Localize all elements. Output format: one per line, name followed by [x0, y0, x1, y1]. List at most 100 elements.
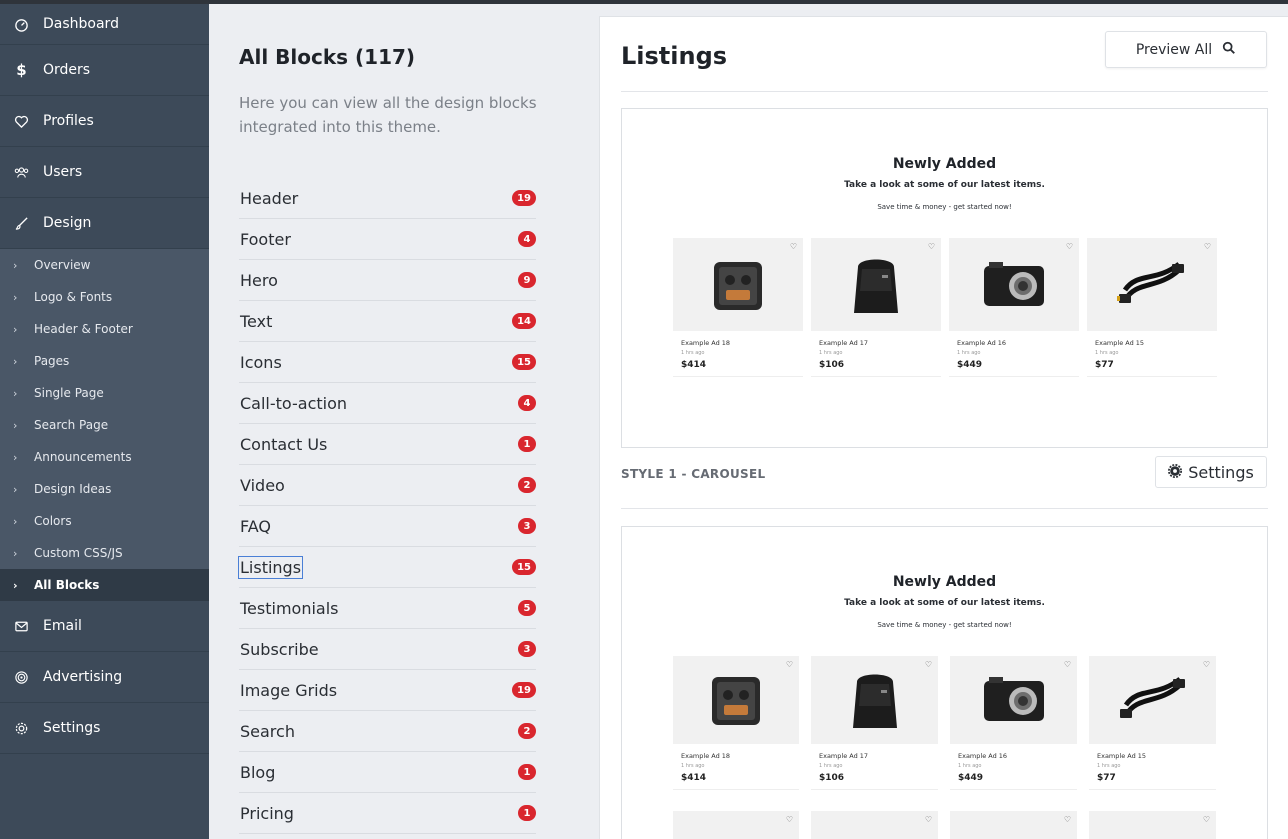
product-image: ♡	[1089, 811, 1216, 839]
camera-case-icon: ♡	[673, 656, 799, 744]
preview-tagline: Save time & money - get started now!	[877, 203, 1012, 211]
block-item-footer[interactable]: Footer 4	[239, 219, 536, 260]
heart-icon: ♡	[1063, 815, 1071, 824]
sidebar-subitem-custom-css-js[interactable]: › Custom CSS/JS	[0, 537, 209, 569]
block-item-contact-us[interactable]: Contact Us 1	[239, 424, 536, 465]
brush-icon	[0, 216, 43, 231]
count-badge: 1	[518, 764, 536, 780]
heart-icon: ♡	[785, 660, 793, 669]
hdmi-cable-icon: ♡	[1087, 238, 1217, 331]
camera-icon: ♡	[950, 656, 1077, 744]
sidebar-subitem-overview[interactable]: › Overview	[0, 249, 209, 281]
sidebar-item-email[interactable]: Email	[0, 601, 209, 652]
block-item-faq[interactable]: FAQ 3	[239, 506, 536, 547]
listing-card: ♡ Example Ad 15 1 hrs ago $77	[1087, 238, 1217, 377]
camera-bag-icon: ♡	[811, 238, 941, 331]
count-badge: 2	[518, 723, 536, 739]
page-description: Here you can view all the design blocks …	[239, 94, 537, 136]
sidebar-subitem-logo-fonts[interactable]: › Logo & Fonts	[0, 281, 209, 313]
block-item-hero[interactable]: Hero 9	[239, 260, 536, 301]
block-item-subscribe[interactable]: Subscribe 3	[239, 629, 536, 670]
sidebar-item-users[interactable]: Users	[0, 147, 209, 198]
count-badge: 3	[518, 518, 536, 534]
listing-card: ♡ Example Ad 18 1 hrs ago $414	[673, 656, 799, 790]
block-item-listings[interactable]: Listings 15	[237, 547, 536, 588]
block-item-text[interactable]: Text 14	[239, 301, 536, 342]
chevron-right-icon: ›	[13, 386, 18, 400]
count-badge: 1	[518, 805, 536, 821]
count-badge: 9	[518, 272, 536, 288]
block-preview-grid[interactable]: Newly Added Take a look at some of our l…	[621, 526, 1268, 839]
block-preview-carousel[interactable]: Newly Added Take a look at some of our l…	[621, 108, 1268, 448]
block-item-icons[interactable]: Icons 15	[239, 342, 536, 383]
sidebar-item-dashboard[interactable]: Dashboard	[0, 4, 209, 45]
blocks-panel: All Blocks (117) Here you can view all t…	[209, 4, 599, 839]
sidebar-subitem-all-blocks[interactable]: › All Blocks	[0, 569, 209, 601]
count-badge: 19	[512, 190, 536, 206]
sidebar-subitem-design-ideas[interactable]: › Design Ideas	[0, 473, 209, 505]
chevron-right-icon: ›	[13, 322, 18, 336]
preview-subheading: Take a look at some of our latest items.	[844, 598, 1045, 608]
count-badge: 15	[512, 354, 536, 370]
count-badge: 4	[518, 395, 536, 411]
chevron-right-icon: ›	[13, 258, 18, 272]
sidebar-subitem-colors[interactable]: › Colors	[0, 505, 209, 537]
sidebar: Dashboard $ Orders Profiles Users Design…	[0, 4, 209, 839]
heart-icon: ♡	[785, 815, 793, 824]
sidebar-subitem-pages[interactable]: › Pages	[0, 345, 209, 377]
product-image: ♡	[811, 811, 938, 839]
listing-card: ♡ Example Ad 17 1 hrs ago $106	[811, 238, 941, 377]
sidebar-item-settings[interactable]: Settings	[0, 703, 209, 754]
sidebar-item-advertising[interactable]: Advertising	[0, 652, 209, 703]
count-badge: 1	[518, 436, 536, 452]
sidebar-subitem-single-page[interactable]: › Single Page	[0, 377, 209, 409]
chevron-right-icon: ›	[13, 450, 18, 464]
sidebar-item-label: Settings	[43, 720, 101, 736]
sidebar-item-label: Profiles	[43, 113, 94, 129]
listing-card: ♡ Example Ad 17 1 hrs ago $106	[811, 656, 938, 790]
block-preview-panel: Listings Preview All Newly Added Take a …	[599, 16, 1288, 839]
style-label: STYLE 1 - CAROUSEL	[621, 467, 766, 481]
listing-card: ♡	[1089, 811, 1216, 839]
block-item-image-grids[interactable]: Image Grids 19	[239, 670, 536, 711]
block-item-video[interactable]: Video 2	[239, 465, 536, 506]
search-icon	[1222, 41, 1236, 59]
block-item-call-to-action[interactable]: Call-to-action 4	[239, 383, 536, 424]
block-item-search[interactable]: Search 2	[239, 711, 536, 752]
listing-card: ♡ Example Ad 15 1 hrs ago $77	[1089, 656, 1216, 790]
preview-heading: Newly Added	[892, 156, 997, 172]
listing-card: ♡	[811, 811, 938, 839]
sidebar-item-label: Dashboard	[43, 16, 119, 32]
count-badge: 14	[512, 313, 536, 329]
sidebar-subitem-search-page[interactable]: › Search Page	[0, 409, 209, 441]
sidebar-item-profiles[interactable]: Profiles	[0, 96, 209, 147]
chevron-right-icon: ›	[13, 514, 18, 528]
sidebar-subitem-header-footer[interactable]: › Header & Footer	[0, 313, 209, 345]
preview-all-button[interactable]: Preview All	[1105, 31, 1267, 68]
sidebar-item-design[interactable]: Design	[0, 198, 209, 249]
block-item-blog[interactable]: Blog 1	[239, 752, 536, 793]
block-item-header[interactable]: Header 19	[239, 178, 536, 219]
users-icon	[0, 165, 43, 180]
sidebar-item-label: Users	[43, 164, 83, 180]
preview-tagline: Save time & money - get started now!	[877, 621, 1012, 629]
dollar-icon: $	[16, 61, 27, 79]
design-submenu: › Overview › Logo & Fonts › Header & Footer…	[0, 249, 209, 601]
dashboard-icon	[0, 17, 43, 32]
count-badge: 19	[512, 682, 536, 698]
camera-case-icon: ♡	[673, 238, 803, 331]
count-badge: 2	[518, 477, 536, 493]
count-badge: 4	[518, 231, 536, 247]
chevron-right-icon: ›	[13, 354, 18, 368]
camera-bag-icon: ♡	[811, 656, 938, 744]
sidebar-subitem-announcements[interactable]: › Announcements	[0, 441, 209, 473]
listing-cards: ♡ Example Ad 18 1 hrs ago $414 ♡ Example…	[673, 238, 1217, 377]
gear-icon	[1168, 463, 1183, 482]
heart-icon: ♡	[1202, 815, 1210, 824]
sidebar-item-label: Orders	[43, 62, 91, 78]
sidebar-item-orders[interactable]: $ Orders	[0, 45, 209, 96]
settings-button[interactable]: Settings	[1155, 456, 1267, 488]
count-badge: 5	[518, 600, 536, 616]
block-item-pricing[interactable]: Pricing 1	[239, 793, 536, 834]
block-item-testimonials[interactable]: Testimonials 5	[239, 588, 536, 629]
